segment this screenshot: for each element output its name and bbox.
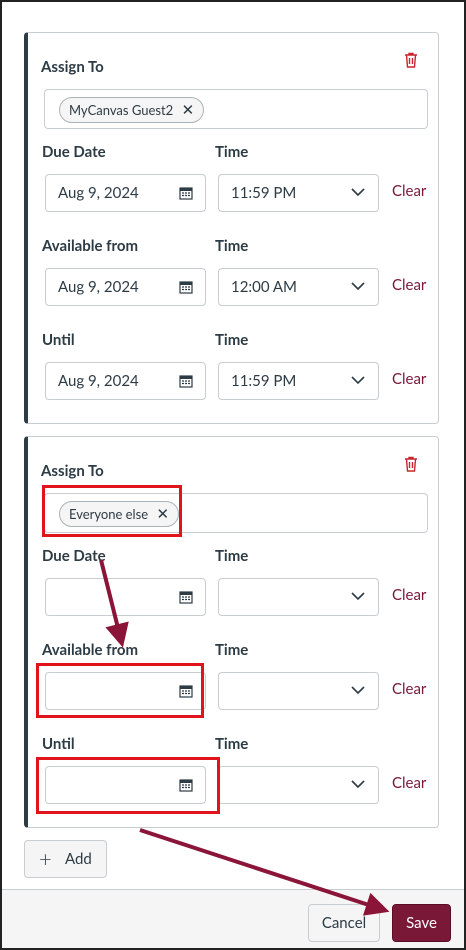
clear-available-button[interactable]: Clear	[392, 276, 426, 294]
clear-until-button[interactable]: Clear	[392, 774, 426, 792]
calendar-icon[interactable]	[179, 280, 193, 294]
available-date-input[interactable]: Aug 9, 2024	[45, 268, 206, 306]
due-date-input[interactable]: Aug 9, 2024	[45, 174, 206, 212]
available-date-value: Aug 9, 2024	[58, 278, 139, 296]
save-button[interactable]: Save	[392, 904, 451, 942]
clear-until-button[interactable]: Clear	[392, 370, 426, 388]
assign-card-1: Assign To MyCanvas Guest2 ✕ Due Date Tim…	[24, 32, 439, 424]
due-time-label: Time	[215, 143, 249, 161]
clear-due-button[interactable]: Clear	[392, 182, 426, 200]
available-time-value: 12:00 AM	[231, 278, 297, 296]
available-time-label: Time	[215, 237, 249, 255]
add-label: Add	[65, 850, 92, 868]
due-time-select[interactable]	[218, 578, 379, 616]
chevron-down-icon	[351, 282, 365, 291]
due-date-value: Aug 9, 2024	[58, 184, 139, 202]
until-time-label: Time	[215, 735, 249, 753]
trash-icon[interactable]	[402, 455, 420, 473]
assign-to-label: Assign To	[41, 462, 104, 480]
due-time-value: 11:59 PM	[231, 184, 297, 202]
chevron-down-icon	[351, 592, 365, 601]
available-time-select[interactable]: 12:00 AM	[218, 268, 379, 306]
annotation-highlight-assignee	[42, 485, 182, 537]
clear-available-button[interactable]: Clear	[392, 680, 426, 698]
until-label: Until	[42, 331, 75, 349]
due-time-label: Time	[215, 547, 249, 565]
until-date-value: Aug 9, 2024	[58, 372, 139, 390]
calendar-icon[interactable]	[179, 186, 193, 200]
cancel-button[interactable]: Cancel	[308, 904, 380, 942]
due-date-label: Due Date	[42, 143, 106, 161]
annotation-highlight-available-date	[36, 663, 204, 718]
chevron-down-icon	[351, 188, 365, 197]
available-time-label: Time	[215, 641, 249, 659]
plus-icon: +	[39, 845, 52, 872]
calendar-icon[interactable]	[179, 590, 193, 604]
add-assignment-button[interactable]: + Add	[24, 840, 107, 878]
due-date-label: Due Date	[42, 547, 106, 565]
until-time-value: 11:59 PM	[231, 372, 297, 390]
clear-due-button[interactable]: Clear	[392, 586, 426, 604]
until-time-select[interactable]: 11:59 PM	[218, 362, 379, 400]
annotation-highlight-until-date	[36, 757, 220, 814]
chevron-down-icon	[351, 780, 365, 789]
calendar-icon[interactable]	[179, 374, 193, 388]
until-label: Until	[42, 735, 75, 753]
assignee-name: MyCanvas Guest2	[69, 102, 174, 118]
assign-to-input[interactable]: MyCanvas Guest2 ✕	[44, 89, 428, 129]
available-from-label: Available from	[42, 237, 139, 255]
until-time-select[interactable]	[218, 766, 379, 804]
due-time-select[interactable]: 11:59 PM	[218, 174, 379, 212]
available-from-label: Available from	[42, 641, 139, 659]
due-date-input[interactable]	[45, 578, 206, 616]
trash-icon[interactable]	[402, 51, 420, 69]
chevron-down-icon	[351, 686, 365, 695]
remove-assignee-icon[interactable]: ✕	[182, 98, 195, 122]
until-date-input[interactable]: Aug 9, 2024	[45, 362, 206, 400]
available-time-select[interactable]	[218, 672, 379, 710]
until-time-label: Time	[215, 331, 249, 349]
assignee-pill[interactable]: MyCanvas Guest2 ✕	[59, 97, 205, 123]
chevron-down-icon	[351, 376, 365, 385]
assign-to-label: Assign To	[41, 58, 104, 76]
